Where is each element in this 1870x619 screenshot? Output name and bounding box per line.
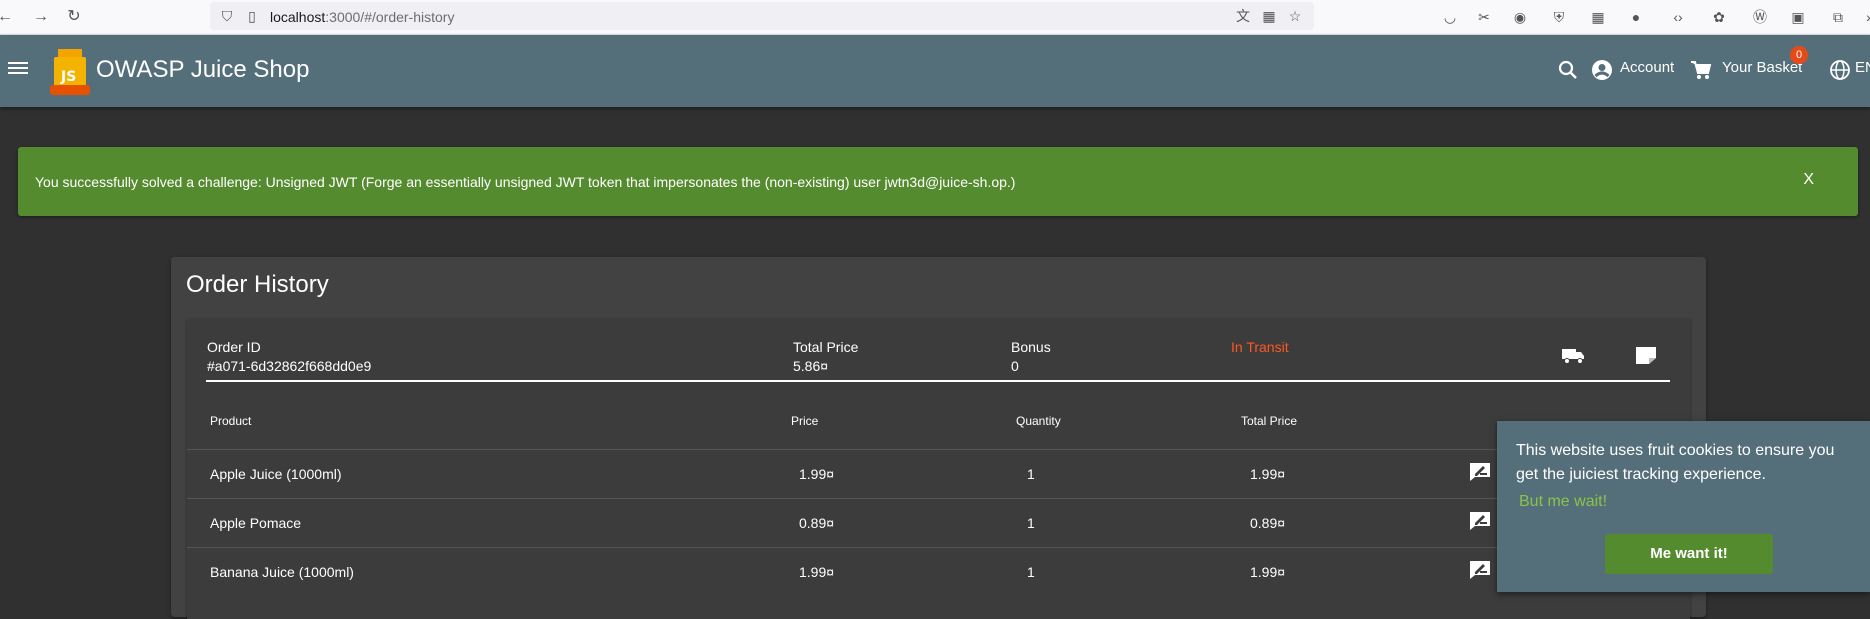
order-header-divider [206,380,1670,382]
leaf-icon[interactable]: ✿ [1709,7,1729,27]
table-row: Banana Juice (1000ml) 1.99¤ 1 1.99¤ [187,547,1674,596]
menu-icon[interactable] [8,59,28,79]
column-header-quantity: Quantity [1016,414,1061,428]
translate-icon[interactable]: 文 [1234,7,1252,25]
forward-icon[interactable]: → [30,6,52,28]
account-icon[interactable] [1591,59,1613,81]
column-header-total-price: Total Price [1241,414,1298,428]
extension-alert-icon[interactable]: ● [1626,7,1646,27]
url-text[interactable]: localhost:3000/#/order-history [270,9,454,25]
product-quantity: 1 [1027,564,1035,580]
table-row: Apple Pomace 0.89¤ 1 0.89¤ [187,498,1674,547]
order-history-card: Order History Order ID #a071-6d32862f668… [171,257,1706,619]
basket-count-badge: 0 [1790,46,1808,64]
product-name: Banana Juice (1000ml) [210,564,354,580]
order-status: In Transit [1231,339,1289,355]
order-id-label: Order ID [207,339,261,355]
profile-icon[interactable]: ◉ [1510,7,1530,27]
order-document-icon[interactable] [1634,345,1658,365]
svg-text:JS: JS [60,69,76,85]
product-price: 1.99¤ [799,466,835,482]
table-row: Apple Juice (1000ml) 1.99¤ 1 1.99¤ [187,449,1674,498]
language-button[interactable]: EN [1855,59,1870,76]
app-toolbar: JS OWASP Juice Shop Account Your Basket … [0,35,1870,107]
notification-message: You successfully solved a challenge: Uns… [35,174,1016,190]
product-name: Apple Juice (1000ml) [210,466,342,482]
container-icon[interactable]: ▣ [1788,7,1808,27]
product-total: 0.89¤ [1250,515,1286,531]
screenshot-icon[interactable]: ✂ [1474,7,1494,27]
search-icon[interactable] [1558,60,1578,80]
product-total: 1.99¤ [1250,564,1286,580]
column-header-price: Price [791,414,819,428]
grid-icon[interactable]: ▦ [1260,7,1278,25]
order-id-value: #a071-6d32862f668dd0e9 [207,358,372,374]
rate-review-icon[interactable] [1469,560,1491,580]
page-title: Order History [186,271,329,298]
devtools-icon[interactable]: ‹› [1668,7,1688,27]
bookmark-star-icon[interactable]: ☆ [1286,7,1304,25]
url-path: :3000/#/order-history [325,9,455,25]
page-info-icon[interactable]: ▯ [243,7,261,25]
rate-review-icon[interactable] [1469,511,1491,531]
cookie-consent-popup: This website uses fruit cookies to ensur… [1497,421,1870,592]
notification-close-button[interactable]: X [1803,171,1814,189]
column-header-product: Product [210,414,252,428]
pocket-icon[interactable]: ◡ [1440,7,1460,27]
product-name: Apple Pomace [210,515,302,531]
app-title[interactable]: OWASP Juice Shop [96,56,309,84]
browser-toolbar: ← → ↻ ⛉ ▯ localhost:3000/#/order-history… [0,0,1870,35]
shield-icon[interactable]: ⛉ [218,7,236,25]
cookie-accept-button[interactable]: Me want it! [1605,534,1773,574]
basket-button[interactable]: Your Basket [1722,59,1802,76]
reload-icon[interactable]: ↻ [63,6,85,28]
cookie-message: This website uses fruit cookies to ensur… [1516,442,1835,483]
product-quantity: 1 [1027,466,1035,482]
extensions-grid-icon[interactable]: ▦ [1588,7,1608,27]
bonus-label: Bonus [1011,339,1051,355]
url-host: localhost [270,9,326,25]
total-price-value: 5.86¤ [793,358,829,374]
ublock-icon[interactable]: ⛨ [1549,7,1569,27]
address-bar[interactable]: ⛉ ▯ localhost:3000/#/order-history 文 ▦ ☆ [210,2,1314,30]
challenge-solved-notification: You successfully solved a challenge: Uns… [18,147,1858,216]
total-price-label: Total Price [793,339,859,355]
juice-shop-logo[interactable]: JS [48,45,92,97]
product-total: 1.99¤ [1250,466,1286,482]
cart-icon[interactable] [1690,60,1712,80]
product-price: 1.99¤ [799,564,835,580]
rate-review-icon[interactable] [1469,462,1491,482]
product-price: 0.89¤ [799,515,835,531]
language-icon[interactable] [1829,59,1851,81]
bonus-value: 0 [1011,358,1019,374]
cookie-learn-more-link[interactable]: But me wait! [1519,493,1607,511]
back-icon[interactable]: ← [0,6,16,28]
w-icon[interactable]: Ⓦ [1750,7,1770,27]
order-panel: Order ID #a071-6d32862f668dd0e9 Total Pr… [187,319,1690,619]
track-order-truck-icon[interactable] [1561,345,1585,365]
product-quantity: 1 [1027,515,1035,531]
puzzle-icon[interactable]: ⧉ [1828,7,1848,27]
account-button[interactable]: Account [1620,59,1674,76]
overflow-icon[interactable]: » [1860,7,1870,27]
